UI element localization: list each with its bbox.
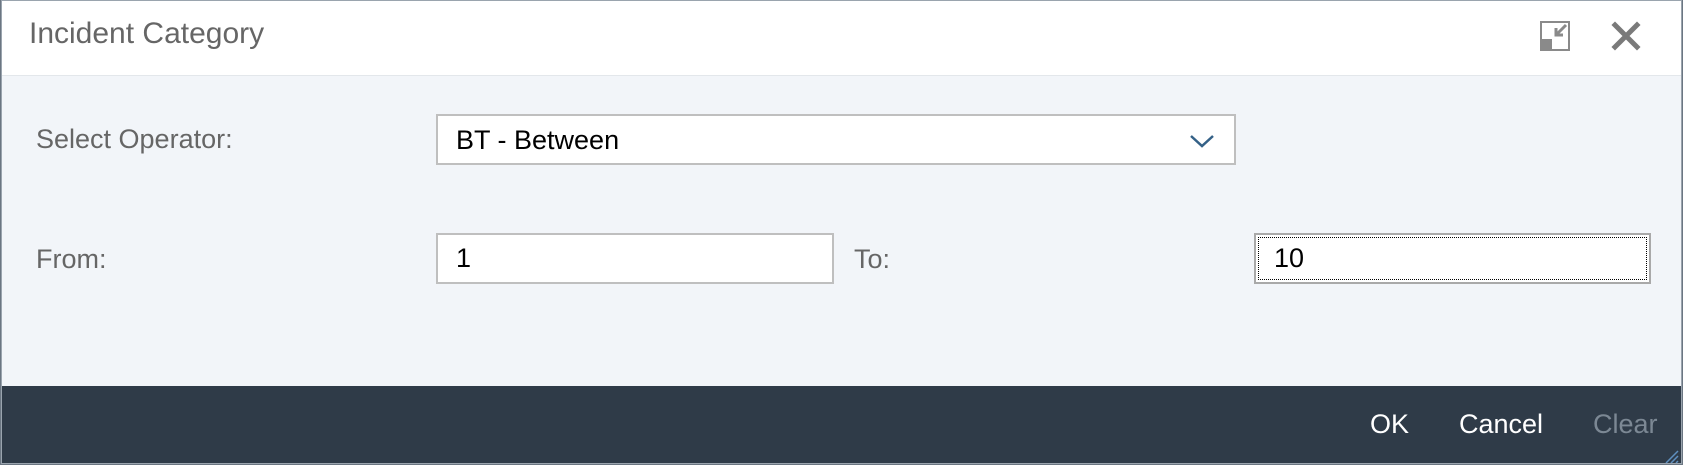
- cancel-button[interactable]: Cancel: [1459, 409, 1543, 440]
- resize-grip-icon[interactable]: [1661, 446, 1679, 464]
- dialog-titlebar: Incident Category: [2, 1, 1681, 76]
- restore-down-icon: [1540, 21, 1570, 51]
- incident-category-dialog: Incident Category Select Operator: BT - …: [1, 0, 1682, 464]
- operator-select[interactable]: BT - Between: [436, 114, 1236, 165]
- to-input[interactable]: [1254, 233, 1651, 284]
- from-input[interactable]: [436, 233, 834, 284]
- clear-button: Clear: [1593, 409, 1658, 439]
- close-button[interactable]: [1608, 18, 1644, 54]
- dialog-title: Incident Category: [29, 17, 265, 50]
- select-operator-label: Select Operator:: [36, 124, 233, 154]
- close-icon: [1611, 21, 1641, 51]
- operator-select-value: BT - Between: [456, 125, 620, 155]
- chevron-down-icon[interactable]: [1188, 131, 1216, 151]
- ok-button[interactable]: OK: [1370, 409, 1409, 440]
- to-label: To:: [854, 244, 891, 274]
- restore-button[interactable]: [1537, 18, 1573, 54]
- from-label: From:: [36, 244, 107, 274]
- dialog-footer: OK Cancel Clear: [2, 386, 1681, 464]
